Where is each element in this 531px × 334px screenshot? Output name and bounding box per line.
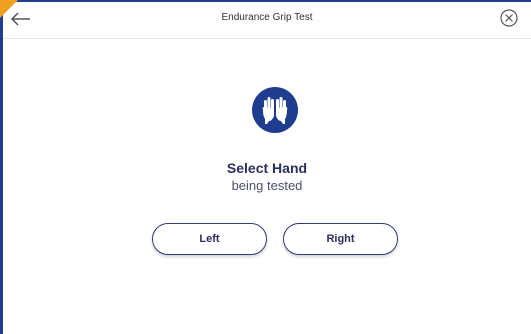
right-hand-button[interactable]: Right — [283, 223, 398, 255]
raised-hands-icon — [251, 86, 299, 134]
app-window: Endurance Grip Test Select Hand being te… — [0, 0, 531, 334]
header-bar: Endurance Grip Test — [3, 2, 531, 39]
page-title: Endurance Grip Test — [221, 12, 313, 23]
left-hand-button[interactable]: Left — [152, 223, 267, 255]
select-hand-heading: Select Hand — [226, 160, 308, 176]
select-hand-subheading: being tested — [231, 178, 303, 193]
close-icon[interactable] — [499, 8, 519, 28]
